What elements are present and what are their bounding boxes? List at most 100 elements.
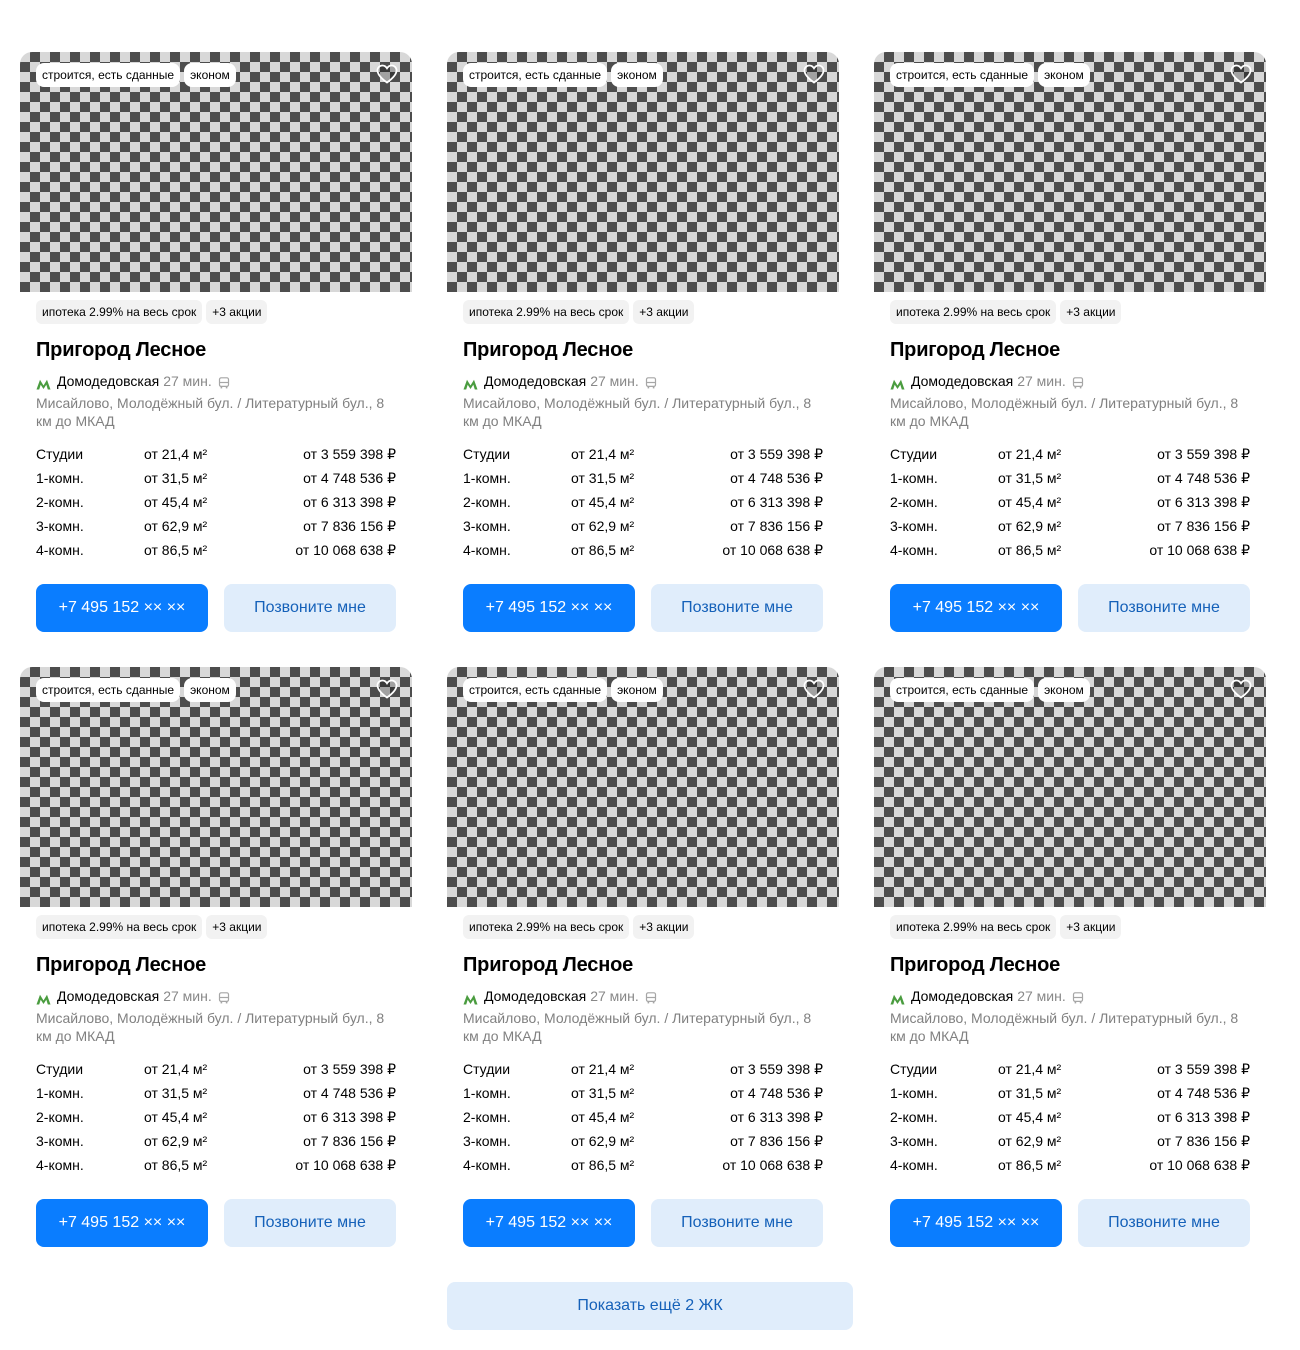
apartment-row[interactable]: 3-комн. от 62,9 м² от 7 836 156 ₽ — [463, 1129, 823, 1153]
apartment-row[interactable]: 1-комн. от 31,5 м² от 4 748 536 ₽ — [36, 1081, 396, 1105]
mortgage-badge[interactable]: ипотека 2.99% на весь срок — [463, 300, 630, 324]
complex-card[interactable]: строится, есть сданные эконом ипотека 2.… — [20, 667, 412, 1259]
apartment-row[interactable]: 4-комн. от 86,5 м² от 10 068 638 ₽ — [890, 538, 1250, 562]
apartment-row[interactable]: Студии от 21,4 м² от 3 559 398 ₽ — [463, 442, 823, 466]
room-price: от 3 559 398 ₽ — [1157, 446, 1250, 462]
apartment-row[interactable]: 1-комн. от 31,5 м² от 4 748 536 ₽ — [890, 466, 1250, 490]
complex-address: Мисайлово, Молодёжный бул. / Литературны… — [463, 1010, 812, 1044]
apartment-row[interactable]: 4-комн. от 86,5 м² от 10 068 638 ₽ — [890, 1153, 1250, 1177]
room-price: от 7 836 156 ₽ — [303, 1133, 396, 1149]
apartment-row[interactable]: Студии от 21,4 м² от 3 559 398 ₽ — [36, 442, 396, 466]
apartment-row[interactable]: 3-комн. от 62,9 м² от 7 836 156 ₽ — [36, 1129, 396, 1153]
metro-icon — [890, 991, 905, 1004]
apartment-row[interactable]: 3-комн. от 62,9 м² от 7 836 156 ₽ — [463, 514, 823, 538]
complex-title[interactable]: Пригород Лесное — [36, 338, 412, 362]
apartment-row[interactable]: 2-комн. от 45,4 м² от 6 313 398 ₽ — [36, 490, 396, 514]
room-type: 1-комн. — [463, 470, 511, 486]
room-type: 2-комн. — [890, 1109, 938, 1125]
room-price: от 7 836 156 ₽ — [303, 518, 396, 534]
apartment-row[interactable]: 4-комн. от 86,5 м² от 10 068 638 ₽ — [36, 538, 396, 562]
bus-icon — [645, 990, 657, 1004]
complex-photo[interactable]: строится, есть сданные эконом — [20, 52, 412, 292]
room-type: Студии — [463, 446, 511, 462]
apartment-row[interactable]: 2-комн. от 45,4 м² от 6 313 398 ₽ — [463, 490, 823, 514]
complex-photo[interactable]: строится, есть сданные эконом — [874, 52, 1266, 292]
favorite-heart-icon[interactable] — [1230, 64, 1252, 84]
favorite-heart-icon[interactable] — [376, 64, 398, 84]
show-phone-button[interactable]: +7 495 152 ×× ×× — [463, 1199, 635, 1247]
metro-station: Домодедовская — [484, 988, 587, 1004]
favorite-heart-icon[interactable] — [376, 679, 398, 699]
show-phone-button[interactable]: +7 495 152 ×× ×× — [36, 1199, 208, 1247]
apartment-row[interactable]: 1-комн. от 31,5 м² от 4 748 536 ₽ — [463, 1081, 823, 1105]
apartment-row[interactable]: 1-комн. от 31,5 м² от 4 748 536 ₽ — [36, 466, 396, 490]
complex-title[interactable]: Пригород Лесное — [890, 953, 1266, 977]
callback-button[interactable]: Позвоните мне — [651, 584, 823, 632]
room-type: Студии — [36, 446, 84, 462]
complex-title[interactable]: Пригород Лесное — [890, 338, 1266, 362]
promo-tags: ипотека 2.99% на весь срок +3 акции — [890, 915, 1266, 939]
complex-title[interactable]: Пригород Лесное — [463, 338, 839, 362]
metro-time: 27 мин. — [163, 373, 212, 389]
apartment-row[interactable]: 2-комн. от 45,4 м² от 6 313 398 ₽ — [463, 1105, 823, 1129]
complex-photo[interactable]: строится, есть сданные эконом — [20, 667, 412, 907]
complex-photo[interactable]: строится, есть сданные эконом — [447, 667, 839, 907]
complex-address: Мисайлово, Молодёжный бул. / Литературны… — [890, 395, 1239, 429]
callback-button[interactable]: Позвоните мне — [1078, 584, 1250, 632]
show-phone-button[interactable]: +7 495 152 ×× ×× — [890, 1199, 1062, 1247]
callback-button[interactable]: Позвоните мне — [224, 584, 396, 632]
complex-card[interactable]: строится, есть сданные эконом ипотека 2.… — [874, 52, 1266, 644]
mortgage-badge[interactable]: ипотека 2.99% на весь срок — [36, 300, 203, 324]
apartment-row[interactable]: 3-комн. от 62,9 м² от 7 836 156 ₽ — [890, 1129, 1250, 1153]
promotions-badge[interactable]: +3 акции — [1060, 915, 1122, 939]
complex-card[interactable]: строится, есть сданные эконом ипотека 2.… — [447, 52, 839, 644]
callback-button[interactable]: Позвоните мне — [1078, 1199, 1250, 1247]
show-phone-button[interactable]: +7 495 152 ×× ×× — [36, 584, 208, 632]
complex-card[interactable]: строится, есть сданные эконом ипотека 2.… — [447, 667, 839, 1259]
mortgage-badge[interactable]: ипотека 2.99% на весь срок — [890, 300, 1057, 324]
show-phone-button[interactable]: +7 495 152 ×× ×× — [890, 584, 1062, 632]
apartment-row[interactable]: 2-комн. от 45,4 м² от 6 313 398 ₽ — [36, 1105, 396, 1129]
complex-title[interactable]: Пригород Лесное — [463, 953, 839, 977]
room-type: 3-комн. — [36, 518, 84, 534]
promotions-badge[interactable]: +3 акции — [1060, 300, 1122, 324]
apartment-row[interactable]: 3-комн. от 62,9 м² от 7 836 156 ₽ — [890, 514, 1250, 538]
promotions-badge[interactable]: +3 акции — [633, 915, 695, 939]
apartment-row[interactable]: 4-комн. от 86,5 м² от 10 068 638 ₽ — [36, 1153, 396, 1177]
card-actions: +7 495 152 ×× ×× Позвоните мне — [463, 584, 839, 632]
apartment-row[interactable]: 1-комн. от 31,5 м² от 4 748 536 ₽ — [890, 1081, 1250, 1105]
apartment-row[interactable]: Студии от 21,4 м² от 3 559 398 ₽ — [890, 1057, 1250, 1081]
room-area: от 31,5 м² — [998, 470, 1062, 486]
complex-photo[interactable]: строится, есть сданные эконом — [874, 667, 1266, 907]
callback-button[interactable]: Позвоните мне — [224, 1199, 396, 1247]
promotions-badge[interactable]: +3 акции — [206, 300, 268, 324]
promotions-badge[interactable]: +3 акции — [633, 300, 695, 324]
room-price: от 4 748 536 ₽ — [303, 470, 396, 486]
callback-button[interactable]: Позвоните мне — [651, 1199, 823, 1247]
complex-title[interactable]: Пригород Лесное — [36, 953, 412, 977]
apartment-row[interactable]: 1-комн. от 31,5 м² от 4 748 536 ₽ — [463, 466, 823, 490]
photo-tags: строится, есть сданные эконом — [890, 63, 1090, 87]
promotions-badge[interactable]: +3 акции — [206, 915, 268, 939]
promo-tags: ипотека 2.99% на весь срок +3 акции — [463, 915, 839, 939]
favorite-heart-icon[interactable] — [1230, 679, 1252, 699]
apartment-row[interactable]: 2-комн. от 45,4 м² от 6 313 398 ₽ — [890, 490, 1250, 514]
complex-photo[interactable]: строится, есть сданные эконом — [447, 52, 839, 292]
apartment-row[interactable]: Студии от 21,4 м² от 3 559 398 ₽ — [890, 442, 1250, 466]
mortgage-badge[interactable]: ипотека 2.99% на весь срок — [36, 915, 203, 939]
apartment-row[interactable]: Студии от 21,4 м² от 3 559 398 ₽ — [463, 1057, 823, 1081]
apartment-row[interactable]: 3-комн. от 62,9 м² от 7 836 156 ₽ — [36, 514, 396, 538]
show-phone-button[interactable]: +7 495 152 ×× ×× — [463, 584, 635, 632]
complex-card[interactable]: строится, есть сданные эконом ипотека 2.… — [20, 52, 412, 644]
complex-card[interactable]: строится, есть сданные эконом ипотека 2.… — [874, 667, 1266, 1259]
show-more-button[interactable]: Показать ещё 2 ЖК — [447, 1282, 853, 1330]
apartments-table: Студии от 21,4 м² от 3 559 398 ₽ 1-комн.… — [463, 442, 823, 562]
apartment-row[interactable]: 2-комн. от 45,4 м² от 6 313 398 ₽ — [890, 1105, 1250, 1129]
apartment-row[interactable]: Студии от 21,4 м² от 3 559 398 ₽ — [36, 1057, 396, 1081]
favorite-heart-icon[interactable] — [803, 64, 825, 84]
mortgage-badge[interactable]: ипотека 2.99% на весь срок — [463, 915, 630, 939]
mortgage-badge[interactable]: ипотека 2.99% на весь срок — [890, 915, 1057, 939]
apartment-row[interactable]: 4-комн. от 86,5 м² от 10 068 638 ₽ — [463, 538, 823, 562]
apartment-row[interactable]: 4-комн. от 86,5 м² от 10 068 638 ₽ — [463, 1153, 823, 1177]
favorite-heart-icon[interactable] — [803, 679, 825, 699]
